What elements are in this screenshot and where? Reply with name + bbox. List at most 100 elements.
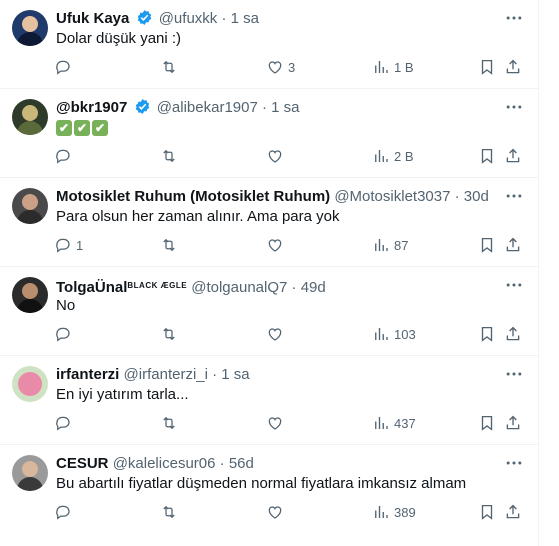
retweet-button[interactable] xyxy=(160,502,182,522)
reply-button[interactable]: 1 xyxy=(54,235,83,255)
bookmark-button[interactable] xyxy=(478,502,496,522)
tweet-header: Motosiklet Ruhum (Motosiklet Ruhum) @Mot… xyxy=(56,187,498,206)
handle[interactable]: @alibekar1907 xyxy=(157,99,258,116)
display-name-brand: BLACK ÆGLE xyxy=(127,281,188,290)
views-button[interactable]: 87 xyxy=(372,235,408,255)
avatar[interactable] xyxy=(12,99,48,135)
like-button[interactable] xyxy=(266,324,288,344)
more-options-icon[interactable] xyxy=(504,97,524,117)
display-name[interactable]: irfanterzi xyxy=(56,366,119,383)
display-name[interactable]: Motosiklet Ruhum (Motosiklet Ruhum) xyxy=(56,188,330,205)
display-name[interactable]: @bkr1907 xyxy=(56,99,127,116)
reply-icon xyxy=(56,416,70,431)
handle[interactable]: @irfanterzi_i xyxy=(124,366,208,383)
like-count: 3 xyxy=(288,59,296,75)
retweet-button[interactable] xyxy=(160,57,182,77)
view-count: 389 xyxy=(394,504,416,520)
reply-button[interactable] xyxy=(54,502,76,522)
retweet-icon xyxy=(163,505,175,519)
tweet-text: Dolar düşük yani :) xyxy=(56,30,182,47)
retweet-button[interactable] xyxy=(160,146,182,166)
avatar-body xyxy=(17,299,43,313)
retweet-button[interactable] xyxy=(160,235,182,255)
timestamp[interactable]: 1 sa xyxy=(231,10,259,27)
display-name[interactable]: TolgaÜnal xyxy=(56,279,127,296)
share-button[interactable] xyxy=(504,146,522,166)
retweet-button[interactable] xyxy=(160,324,182,344)
like-button[interactable] xyxy=(266,413,288,433)
share-icon xyxy=(506,415,520,430)
reply-button[interactable] xyxy=(54,146,76,166)
avatar-face xyxy=(22,194,38,210)
view-count: 2 B xyxy=(394,148,414,164)
share-button[interactable] xyxy=(504,235,522,255)
views-button[interactable]: 389 xyxy=(372,502,416,522)
avatar[interactable] xyxy=(12,455,48,491)
tweet[interactable]: @bkr1907 @alibekar1907 · 1 sa ✔ ✔ ✔ 2 B xyxy=(0,89,538,178)
bookmark-button[interactable] xyxy=(478,324,496,344)
display-name[interactable]: Ufuk Kaya xyxy=(56,10,129,27)
separator-dot: · xyxy=(454,188,460,205)
share-button[interactable] xyxy=(504,324,522,344)
handle[interactable]: @Motosiklet3037 xyxy=(334,188,450,205)
share-button[interactable] xyxy=(504,57,522,77)
avatar[interactable] xyxy=(12,188,48,224)
bookmark-icon xyxy=(481,504,493,520)
handle[interactable]: @tolgaunalQ7 xyxy=(191,279,287,296)
share-button[interactable] xyxy=(504,413,522,433)
reply-button[interactable] xyxy=(54,324,76,344)
bookmark-button[interactable] xyxy=(478,146,496,166)
handle[interactable]: @kalelicesur06 xyxy=(113,455,216,472)
views-button[interactable]: 1 B xyxy=(372,57,414,77)
more-options-icon[interactable] xyxy=(504,8,524,28)
display-name[interactable]: CESUR xyxy=(56,455,109,472)
more-options-icon[interactable] xyxy=(504,364,524,384)
tweet[interactable]: Motosiklet Ruhum (Motosiklet Ruhum) @Mot… xyxy=(0,178,538,267)
tweet[interactable]: TolgaÜnalBLACK ÆGLE @tolgaunalQ7 · 49d N… xyxy=(0,267,538,356)
share-button[interactable] xyxy=(504,502,522,522)
analytics-icon xyxy=(375,239,388,251)
tweet[interactable]: irfanterzi @irfanterzi_i · 1 sa En iyi y… xyxy=(0,356,538,445)
tweet[interactable]: CESUR @kalelicesur06 · 56d Bu abartılı f… xyxy=(0,445,538,534)
timestamp[interactable]: 49d xyxy=(301,279,326,296)
views-button[interactable]: 103 xyxy=(372,324,416,344)
like-button[interactable] xyxy=(266,235,288,255)
tweet-header: Ufuk Kaya @ufuxkk · 1 sa xyxy=(56,9,498,28)
reply-button[interactable] xyxy=(54,413,76,433)
view-count: 103 xyxy=(394,326,416,342)
bookmark-icon xyxy=(481,237,493,253)
timestamp[interactable]: 56d xyxy=(229,455,254,472)
reply-icon xyxy=(56,60,70,75)
separator-dot: · xyxy=(219,455,225,472)
reply-icon xyxy=(56,505,70,520)
timestamp[interactable]: 1 sa xyxy=(221,366,249,383)
retweet-icon xyxy=(163,149,175,163)
bookmark-button[interactable] xyxy=(478,57,496,77)
retweet-button[interactable] xyxy=(160,413,182,433)
analytics-icon xyxy=(375,150,388,162)
bookmark-button[interactable] xyxy=(478,413,496,433)
more-options-icon[interactable] xyxy=(504,275,524,295)
views-button[interactable]: 2 B xyxy=(372,146,414,166)
timestamp[interactable]: 30d xyxy=(464,188,489,205)
view-count: 437 xyxy=(394,415,416,431)
bookmark-button[interactable] xyxy=(478,235,496,255)
views-button[interactable]: 437 xyxy=(372,413,416,433)
timestamp[interactable]: 1 sa xyxy=(271,99,299,116)
tweet-text: Para olsun her zaman alınır. Ama para yo… xyxy=(56,208,340,225)
like-button[interactable]: 3 xyxy=(266,57,295,77)
avatar[interactable] xyxy=(12,10,48,46)
reply-button[interactable] xyxy=(54,57,76,77)
separator-dot: · xyxy=(291,279,297,296)
bookmark-icon xyxy=(481,148,493,164)
like-button[interactable] xyxy=(266,146,288,166)
avatar[interactable] xyxy=(12,277,48,313)
more-options-icon[interactable] xyxy=(504,186,524,206)
avatar[interactable] xyxy=(12,366,48,402)
verified-badge-icon xyxy=(135,99,149,114)
handle[interactable]: @ufuxkk xyxy=(159,10,218,27)
tweet[interactable]: Ufuk Kaya @ufuxkk · 1 sa Dolar düşük yan… xyxy=(0,0,538,89)
reply-feed: Ufuk Kaya @ufuxkk · 1 sa Dolar düşük yan… xyxy=(0,0,539,546)
like-button[interactable] xyxy=(266,502,288,522)
more-options-icon[interactable] xyxy=(504,453,524,473)
